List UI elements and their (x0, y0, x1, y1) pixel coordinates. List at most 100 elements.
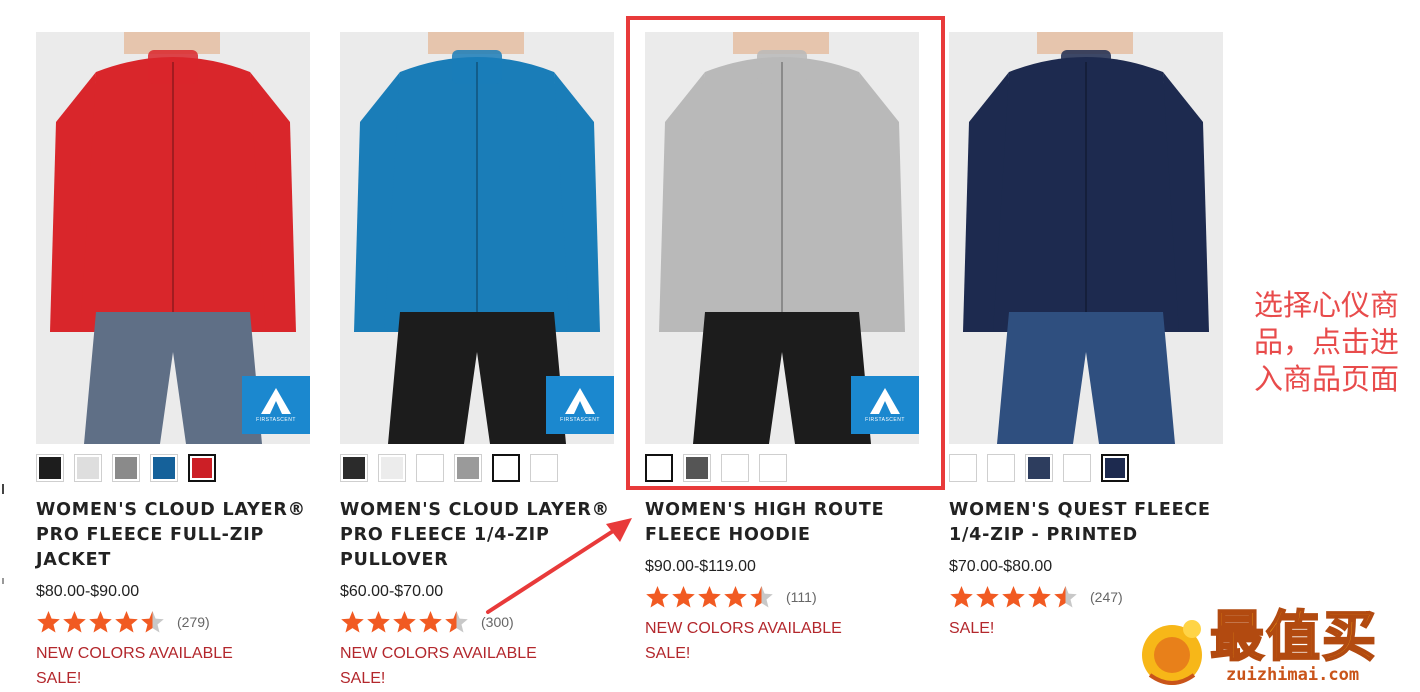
first-ascent-logo-icon (258, 387, 294, 415)
watermark-title: 最值买 (1209, 605, 1378, 668)
promo-label: NEW COLORS AVAILABLE (340, 645, 537, 662)
promo-label: NEW COLORS AVAILABLE (36, 645, 233, 662)
promo-label: NEW COLORS AVAILABLE (645, 620, 842, 637)
star-icon (418, 610, 443, 634)
product-image[interactable]: FIRSTASCENT (36, 32, 310, 444)
color-swatch[interactable] (987, 454, 1015, 482)
highlight-box (626, 16, 945, 490)
color-swatches (340, 454, 614, 484)
annotation-note: 选择心仪商 品，点击进 入商品页面 (1254, 287, 1420, 398)
model-photo-icon (963, 32, 1209, 444)
star-icon (392, 610, 417, 634)
rating-stars (645, 585, 774, 609)
annotation-line: 选择心仪商 (1254, 288, 1400, 322)
swatch-fill (39, 457, 61, 479)
review-count[interactable]: (279) (177, 614, 210, 630)
color-swatch[interactable] (378, 454, 406, 482)
first-ascent-badge: FIRSTASCENT (242, 376, 310, 434)
color-swatch[interactable] (36, 454, 64, 482)
product-image[interactable]: FIRSTASCENT (340, 32, 614, 444)
badge-label: FIRSTASCENT (560, 417, 600, 423)
swatch-fill (496, 458, 516, 478)
watermark-domain: zuizhimai.com (1226, 665, 1360, 685)
rating-stars (949, 585, 1078, 609)
color-swatches (36, 454, 310, 484)
promo-list: NEW COLORS AVAILABLE SALE! (36, 641, 310, 691)
promo-label: SALE! (645, 645, 691, 662)
product-name[interactable]: WOMEN'S CLOUD LAYER® PRO FLEECE FULL-ZIP… (36, 498, 310, 573)
first-ascent-badge: FIRSTASCENT (546, 376, 614, 434)
product-card[interactable]: WOMEN'S QUEST FLEECE 1/4-ZIP - PRINTED $7… (949, 32, 1223, 641)
product-price: $70.00-$80.00 (949, 558, 1053, 575)
color-swatch[interactable] (1101, 454, 1129, 482)
review-count[interactable]: (247) (1090, 589, 1123, 605)
star-icon (36, 610, 61, 634)
color-swatch[interactable] (530, 454, 558, 482)
promo-list: NEW COLORS AVAILABLE SALE! (340, 641, 614, 691)
color-swatch[interactable] (1025, 454, 1053, 482)
star-icon (1053, 585, 1078, 609)
product-image[interactable] (949, 32, 1223, 444)
color-swatch[interactable] (454, 454, 482, 482)
color-swatch[interactable] (492, 454, 520, 482)
star-icon (114, 610, 139, 634)
color-swatches (949, 454, 1223, 484)
swatch-fill (153, 457, 175, 479)
color-swatch[interactable] (340, 454, 368, 482)
color-swatch[interactable] (112, 454, 140, 482)
star-icon (62, 610, 87, 634)
color-swatch[interactable] (74, 454, 102, 482)
swatch-fill (457, 457, 479, 479)
product-name[interactable]: WOMEN'S QUEST FLEECE 1/4-ZIP - PRINTED (949, 498, 1223, 548)
product-price: $80.00-$90.00 (36, 583, 140, 600)
promo-list: NEW COLORS AVAILABLE SALE! (645, 616, 919, 666)
swatch-fill (1066, 457, 1088, 479)
annotation-line: 入商品页面 (1254, 362, 1400, 396)
product-rating[interactable]: (111) (645, 584, 919, 610)
star-icon (671, 585, 696, 609)
edge-mark (2, 578, 4, 584)
annotation-line: 品，点击进 (1254, 325, 1400, 359)
star-icon (340, 610, 365, 634)
star-icon (645, 585, 670, 609)
swatch-fill (343, 457, 365, 479)
swatch-fill (990, 457, 1012, 479)
product-price: $90.00-$119.00 (645, 558, 756, 575)
promo-label: SALE! (340, 670, 386, 687)
star-icon (1001, 585, 1026, 609)
swatch-fill (381, 457, 403, 479)
watermark: 最值买 zuizhimai.com (1130, 605, 1420, 687)
rating-stars (36, 610, 165, 634)
star-icon (1027, 585, 1052, 609)
swatch-fill (419, 457, 441, 479)
swatch-fill (115, 457, 137, 479)
pointer-arrow (486, 518, 632, 614)
star-icon (140, 610, 165, 634)
badge-label: FIRSTASCENT (256, 417, 296, 423)
product-card[interactable]: FIRSTASCENT WOMEN'S CLOUD LAYER® PRO FLEE… (36, 32, 310, 691)
promo-label: SALE! (36, 670, 82, 687)
color-swatch[interactable] (150, 454, 178, 482)
review-count[interactable]: (111) (786, 589, 817, 605)
swatch-fill (1105, 458, 1125, 478)
swatch-fill (952, 457, 974, 479)
star-icon (88, 610, 113, 634)
star-icon (444, 610, 469, 634)
color-swatch[interactable] (416, 454, 444, 482)
product-name[interactable]: WOMEN'S HIGH ROUTE FLEECE HOODIE (645, 498, 919, 548)
rating-stars (340, 610, 469, 634)
star-icon (366, 610, 391, 634)
star-icon (949, 585, 974, 609)
first-ascent-logo-icon (562, 387, 598, 415)
swatch-fill (192, 458, 212, 478)
color-swatch[interactable] (188, 454, 216, 482)
product-rating[interactable]: (279) (36, 609, 310, 635)
color-swatch[interactable] (949, 454, 977, 482)
star-icon (723, 585, 748, 609)
swatch-fill (1028, 457, 1050, 479)
edge-mark (2, 484, 4, 494)
color-swatch[interactable] (1063, 454, 1091, 482)
star-icon (697, 585, 722, 609)
star-icon (975, 585, 1000, 609)
swatch-fill (533, 457, 555, 479)
